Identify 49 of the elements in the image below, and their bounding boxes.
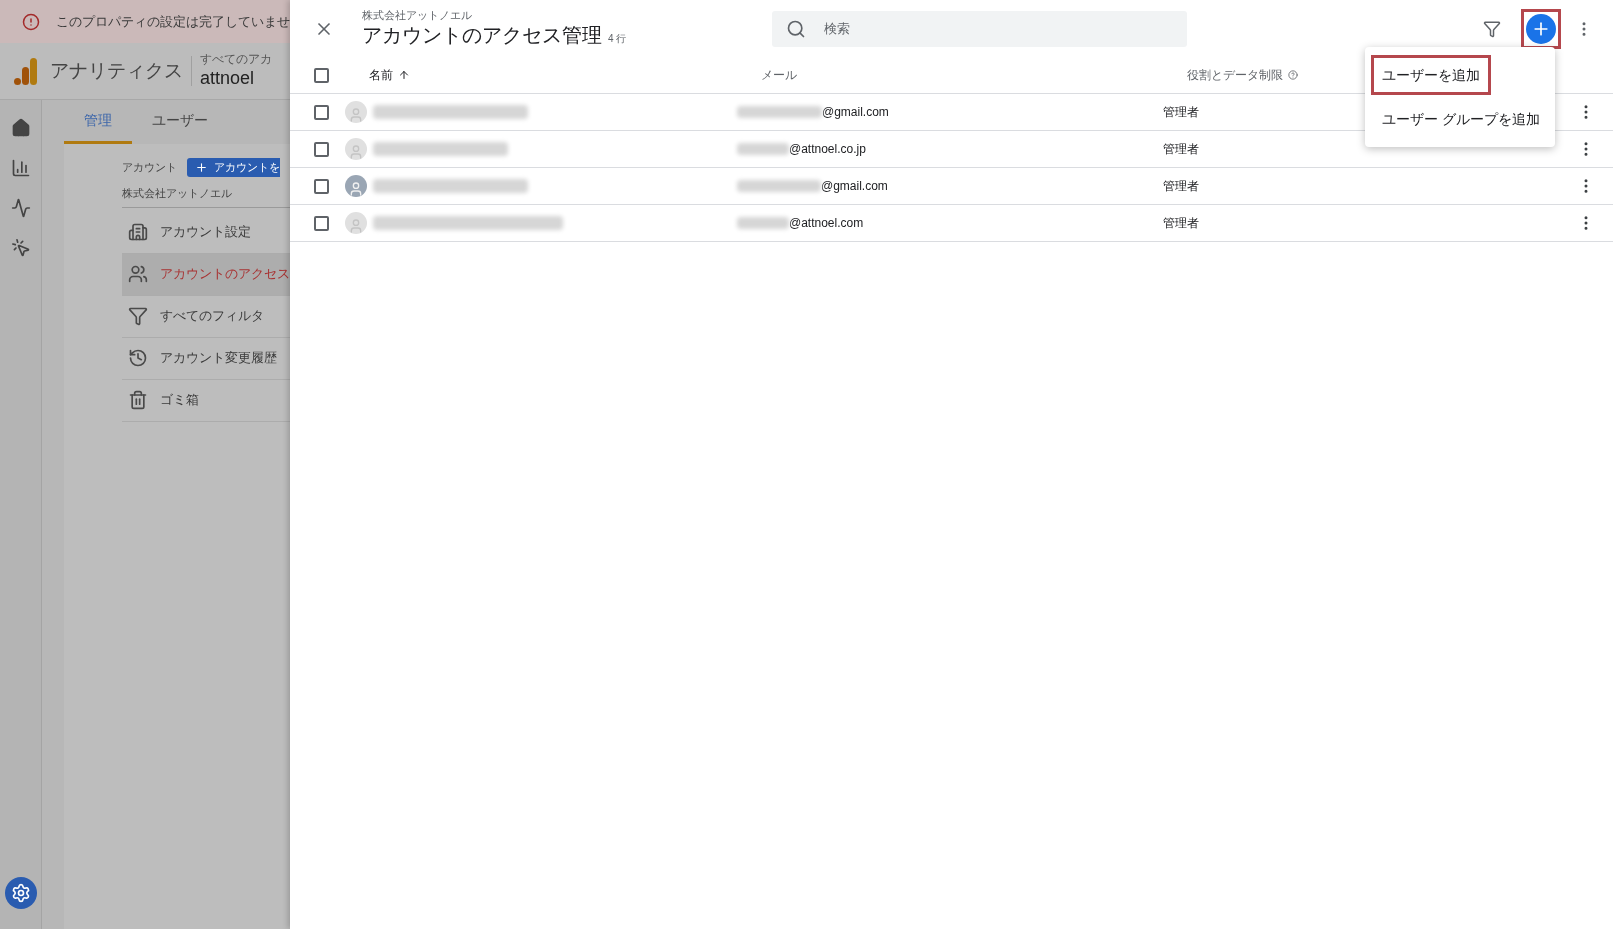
filter-icon: [128, 306, 148, 326]
analytics-logo-icon: [14, 57, 38, 85]
panel-title: アカウントのアクセス管理: [362, 22, 602, 48]
role-text: 管理者: [1163, 215, 1199, 232]
sort-arrow-icon: [398, 69, 410, 81]
settings-icon[interactable]: [4, 877, 37, 909]
email-text: @gmail.com: [822, 104, 889, 121]
role-text: 管理者: [1163, 141, 1199, 158]
checkbox[interactable]: [314, 141, 329, 157]
account-name[interactable]: attnoel: [200, 67, 272, 90]
help-icon: [1288, 70, 1298, 80]
history-icon: [128, 348, 148, 368]
admin-tab[interactable]: ユーザー: [132, 100, 228, 144]
plus-icon: [195, 161, 208, 174]
redacted-email: [737, 217, 789, 229]
filter-icon[interactable]: [1483, 19, 1501, 38]
trash-icon: [128, 390, 148, 410]
row-count: 4 行: [608, 32, 627, 46]
account-label: すべてのアカ: [200, 52, 272, 68]
email-text: @gmail.com: [821, 178, 888, 195]
checkbox[interactable]: [314, 67, 329, 83]
column-header[interactable]: 名前: [369, 66, 410, 84]
checkbox[interactable]: [314, 104, 329, 120]
building-icon: [128, 222, 148, 242]
panel-subtitle: 株式会社アットノエル: [362, 9, 473, 23]
app-name: アナリティクス: [50, 58, 183, 83]
add-menu-item[interactable]: ユーザーを追加: [1371, 55, 1491, 95]
create-account-button[interactable]: アカウントを: [187, 158, 280, 177]
role-text: 管理者: [1163, 104, 1199, 121]
role-text: 管理者: [1163, 178, 1199, 195]
redacted-email: [737, 143, 789, 155]
email-text: @attnoel.co.jp: [789, 141, 866, 158]
email-text: @attnoel.com: [789, 215, 864, 232]
bar-chart-icon[interactable]: [10, 158, 31, 178]
banner-text: このプロパティの設定は完了していませ: [56, 12, 290, 31]
home-icon[interactable]: [10, 118, 31, 138]
column-header[interactable]: 役割とデータ制限: [1187, 66, 1298, 84]
alert-icon: [22, 11, 40, 32]
search-icon: [786, 18, 807, 39]
trend-icon[interactable]: [10, 198, 31, 218]
column-header[interactable]: メール: [761, 66, 797, 84]
add-menu-item[interactable]: ユーザー グループを追加: [1371, 99, 1551, 139]
search-input[interactable]: 検索: [824, 18, 1174, 39]
account-section-label: アカウント: [122, 160, 177, 176]
cursor-click-icon[interactable]: [10, 238, 31, 258]
checkbox[interactable]: [314, 178, 329, 194]
search-field[interactable]: 検索: [772, 10, 1188, 47]
checkbox[interactable]: [314, 215, 329, 231]
people-icon: [128, 264, 148, 284]
